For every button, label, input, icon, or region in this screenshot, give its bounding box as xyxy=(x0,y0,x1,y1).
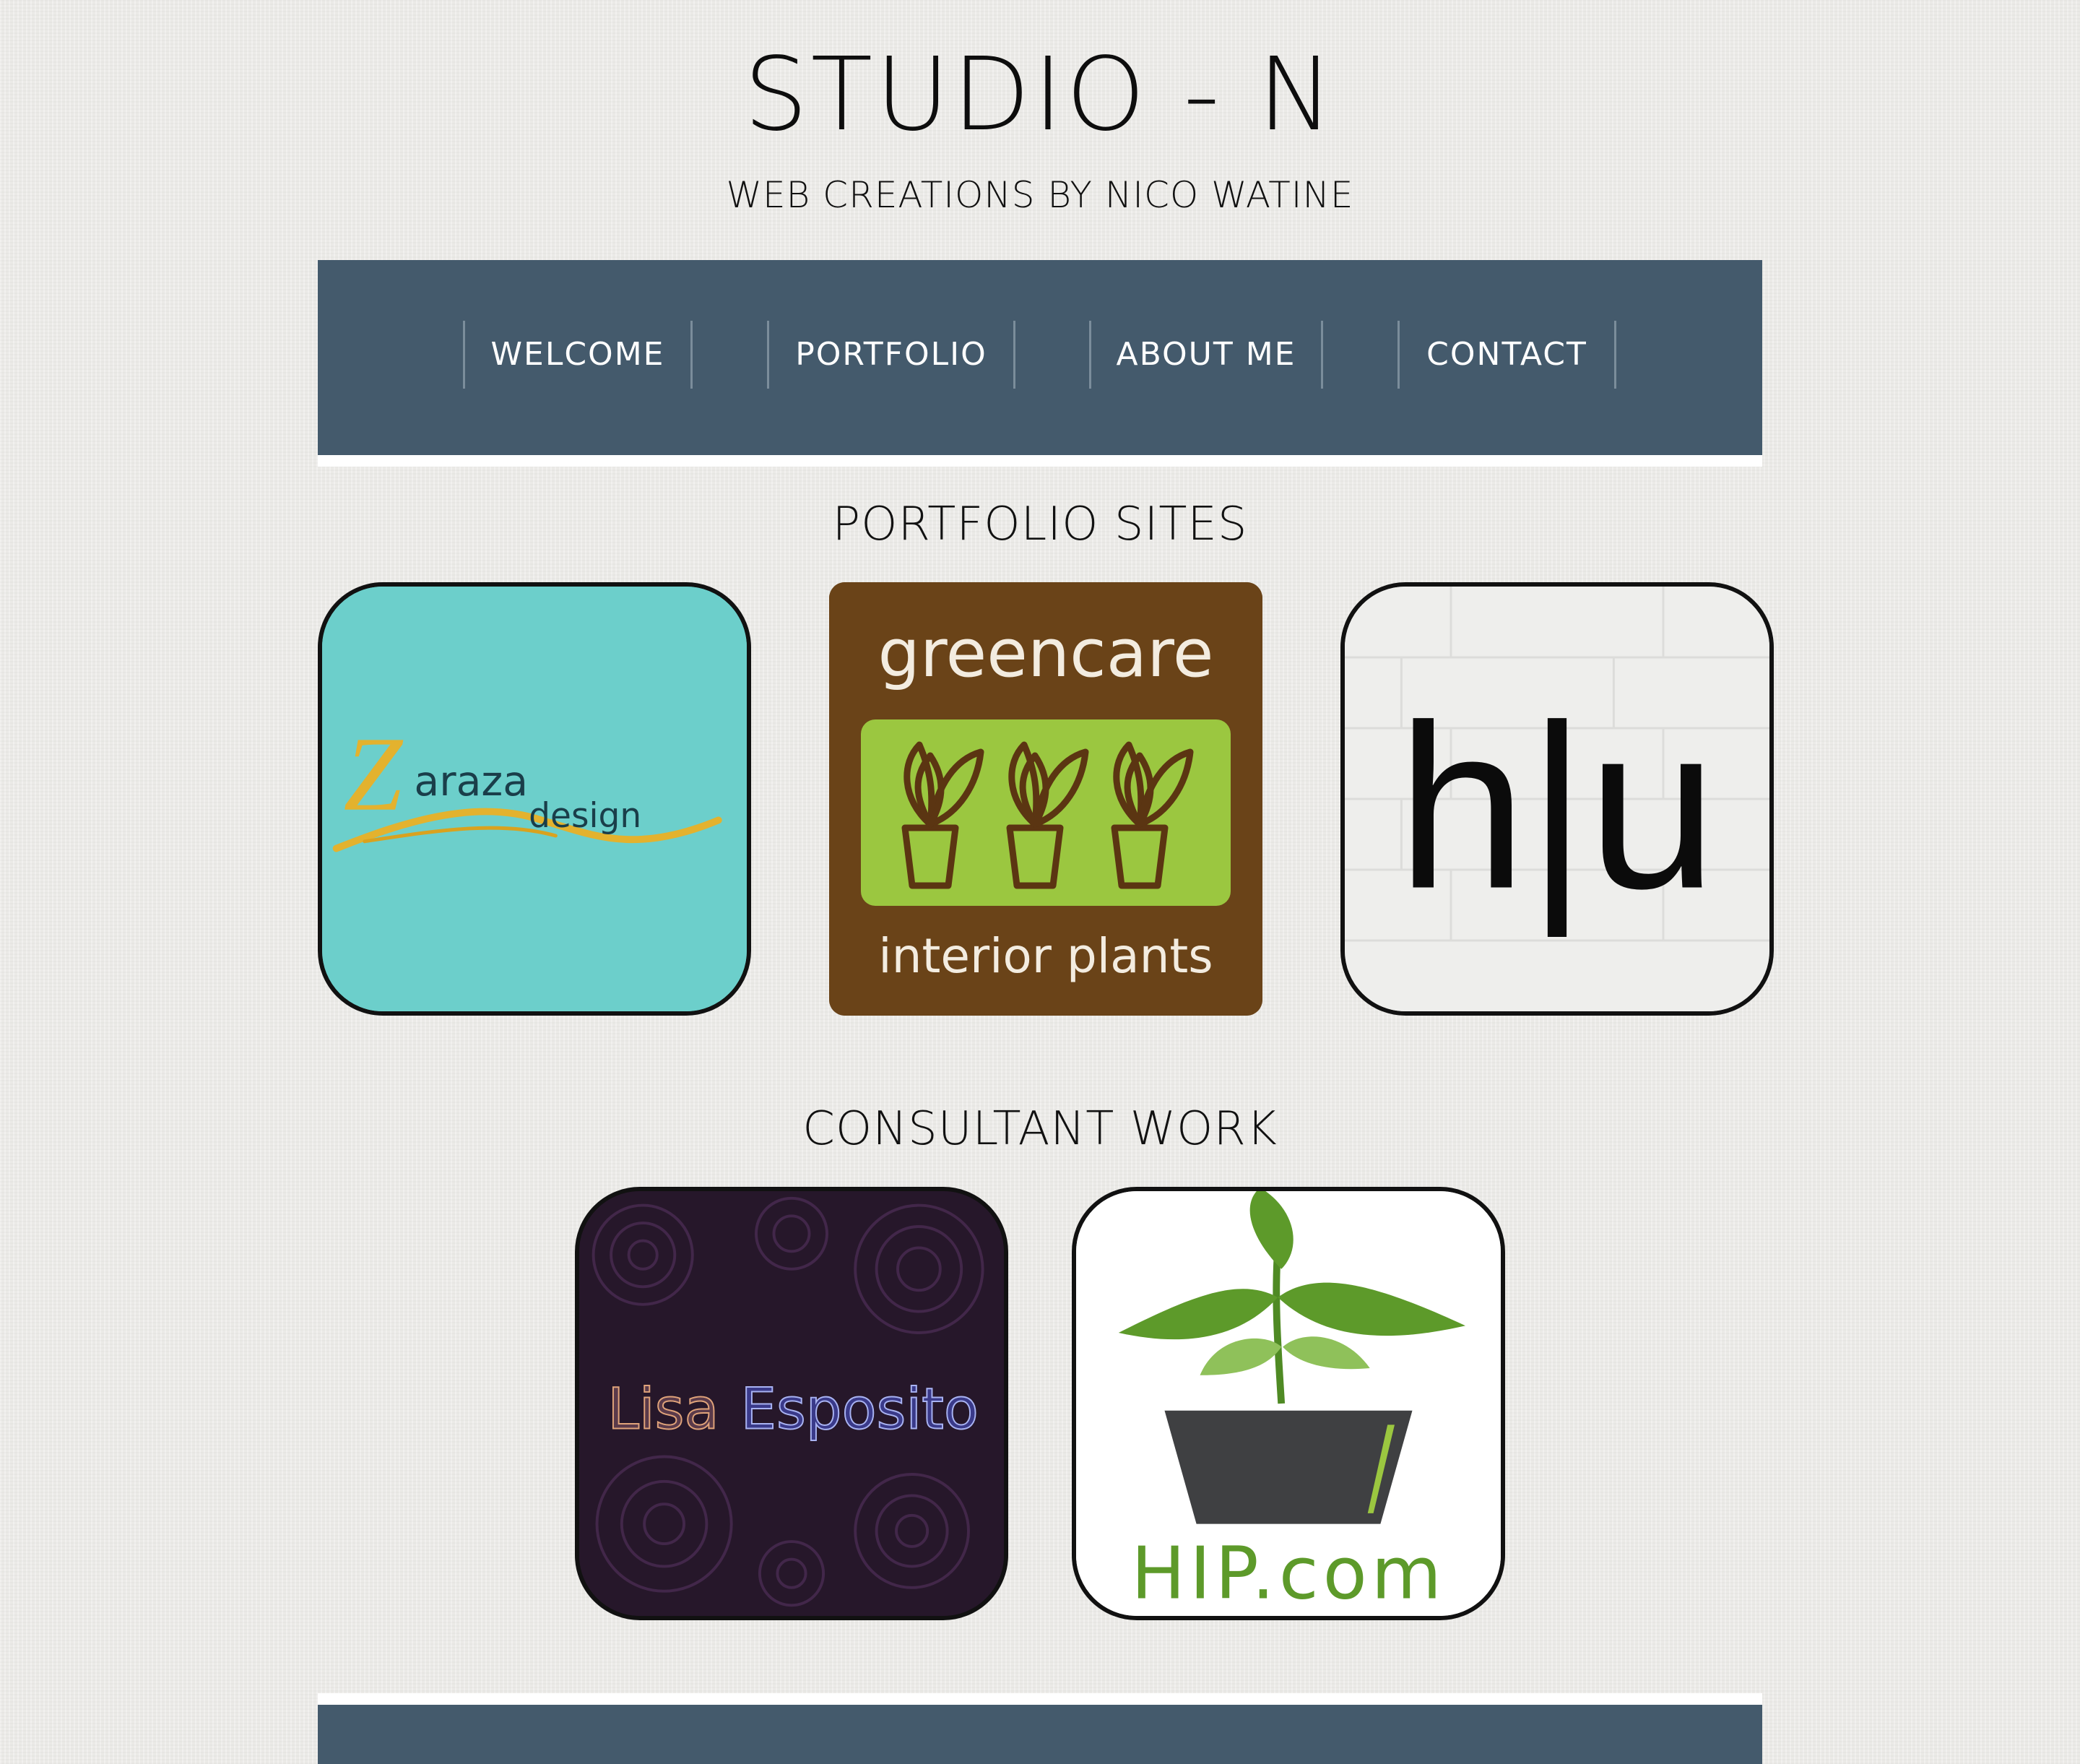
hip-logo: HIP.com xyxy=(1076,1191,1501,1616)
portfolio-heading: PORTFOLIO SITES xyxy=(832,498,1248,551)
footer-divider xyxy=(318,1693,1762,1705)
nav-item-about-me[interactable]: ABOUT ME xyxy=(1089,321,1323,389)
consultant-tile-lisa-esposito[interactable]: Lisa Esposito xyxy=(575,1187,1008,1620)
lisa-esposito-logo: Lisa Esposito xyxy=(579,1191,1004,1616)
zaraza-wordmark: araza xyxy=(414,758,528,805)
site-title: STUDIO - N xyxy=(743,36,1337,154)
main-nav: WELCOME PORTFOLIO ABOUT ME CONTACT xyxy=(318,260,1762,455)
nav-divider xyxy=(318,455,1762,467)
greencare-logo: greencare interior plants xyxy=(829,582,1262,1016)
nav-item-contact[interactable]: CONTACT xyxy=(1398,321,1616,389)
greencare-tagline: interior plants xyxy=(878,928,1213,984)
zaraza-subwordmark: design xyxy=(529,796,641,836)
hu-wordmark: h|u xyxy=(1397,676,1717,939)
hu-logo: h|u xyxy=(1345,587,1769,1011)
zaraza-initial: Z xyxy=(343,715,403,833)
lisa-last-name: Esposito xyxy=(740,1376,978,1442)
nav-item-portfolio[interactable]: PORTFOLIO xyxy=(767,321,1015,389)
consultant-tile-hip[interactable]: HIP.com xyxy=(1072,1187,1505,1620)
nav-item-welcome[interactable]: WELCOME xyxy=(463,321,693,389)
lisa-first-name: Lisa xyxy=(607,1376,719,1442)
portfolio-tile-hu[interactable]: h|u xyxy=(1340,582,1774,1016)
greencare-wordmark: greencare xyxy=(878,615,1213,692)
zaraza-logo: Z araza design xyxy=(322,587,747,1011)
portfolio-tile-zaraza[interactable]: Z araza design xyxy=(318,582,751,1016)
hip-wordmark: HIP.com xyxy=(1131,1531,1446,1616)
portfolio-tile-greencare[interactable]: greencare interior plants xyxy=(829,582,1262,1016)
footer-bar xyxy=(318,1705,1762,1764)
consultant-heading: CONSULTANT WORK xyxy=(802,1102,1278,1156)
site-subtitle: WEB CREATIONS BY NICO WATINE xyxy=(726,174,1354,216)
